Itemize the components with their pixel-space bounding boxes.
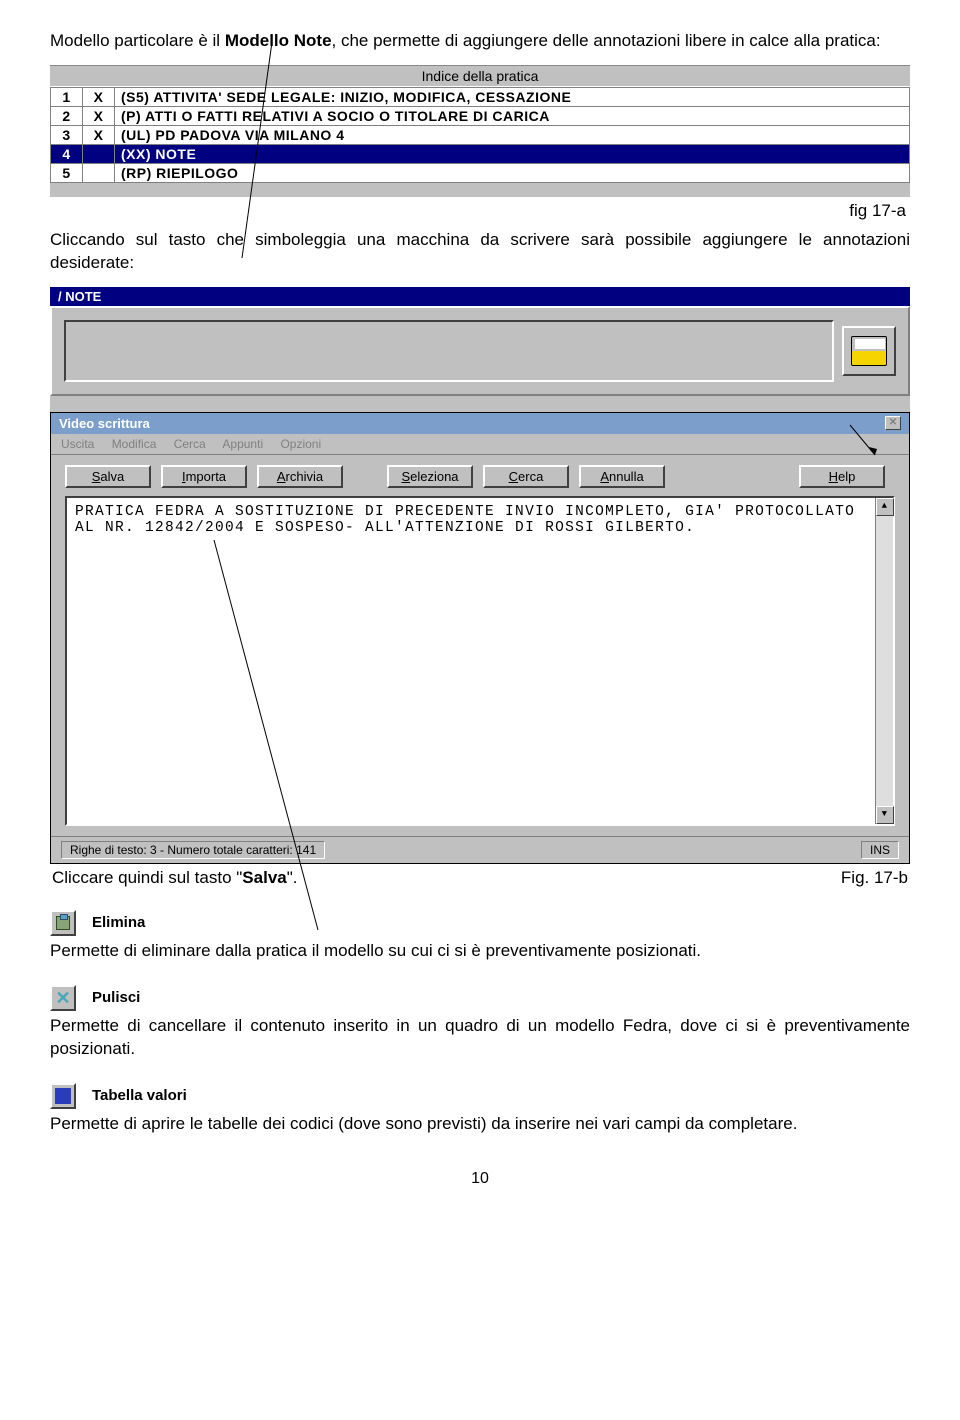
help-button[interactable]: Help (799, 465, 885, 488)
tabella-valori-label: Tabella valori (92, 1087, 187, 1104)
after-fig-left: Cliccare quindi sul tasto "Salva". (52, 868, 298, 888)
vs-menubar[interactable]: Uscita Modifica Cerca Appunti Opzioni (51, 434, 909, 455)
scroll-up-icon[interactable]: ▲ (876, 498, 894, 516)
paragraph-2: Cliccando sul tasto che simboleggia una … (50, 229, 910, 275)
page-number: 10 (50, 1170, 910, 1188)
note-panel: / NOTE (50, 287, 910, 396)
indice-header: Indice della pratica (50, 65, 910, 87)
table-row[interactable]: 5(RP) RIEPILOGO (51, 163, 910, 182)
vs-statusbar: Righe di testo: 3 - Numero totale caratt… (51, 836, 909, 863)
pulisci-icon[interactable] (50, 985, 76, 1011)
scrollbar[interactable]: ▲ ▼ (875, 498, 893, 824)
annulla-button[interactable]: Annulla (579, 465, 665, 488)
importa-button[interactable]: Importa (161, 465, 247, 488)
seleziona-button[interactable]: Seleziona (387, 465, 473, 488)
status-right: INS (861, 841, 899, 859)
menu-opzioni[interactable]: Opzioni (280, 437, 321, 451)
table-row[interactable]: 3X(UL) PD PADOVA VIA MILANO 4 (51, 125, 910, 144)
status-left: Righe di testo: 3 - Numero totale caratt… (61, 841, 325, 859)
pulisci-label: Pulisci (92, 989, 140, 1006)
menu-cerca[interactable]: Cerca (174, 437, 206, 451)
video-scrittura-window: Video scrittura ✕ Uscita Modifica Cerca … (50, 412, 910, 864)
tabella-valori-icon[interactable] (50, 1083, 76, 1109)
figure-label-17b: Fig. 17-b (841, 868, 908, 888)
table-row[interactable]: 1X(S5) ATTIVITA' SEDE LEGALE: INIZIO, MO… (51, 87, 910, 106)
note-title: / NOTE (50, 287, 910, 306)
menu-appunti[interactable]: Appunti (222, 437, 263, 451)
elimina-icon[interactable] (50, 910, 76, 936)
elimina-body: Permette di eliminare dalla pratica il m… (50, 940, 910, 963)
pulisci-body: Permette di cancellare il contenuto inse… (50, 1015, 910, 1061)
intro-paragraph: Modello particolare è il Modello Note, c… (50, 30, 910, 53)
tabella-valori-body: Permette di aprire le tabelle dei codici… (50, 1113, 910, 1136)
vs-textarea[interactable]: PRATICA FEDRA A SOSTITUZIONE DI PRECEDEN… (65, 496, 895, 826)
table-row[interactable]: 4(XX) NOTE (51, 144, 910, 163)
elimina-label: Elimina (92, 914, 145, 931)
scroll-down-icon[interactable]: ▼ (876, 806, 894, 824)
indice-panel: Indice della pratica 1X(S5) ATTIVITA' SE… (50, 65, 910, 197)
table-row[interactable]: 2X(P) ATTI O FATTI RELATIVI A SOCIO O TI… (51, 106, 910, 125)
vs-toolbar: Salva Importa Archivia Seleziona Cerca A… (51, 455, 909, 496)
archivia-button[interactable]: Archivia (257, 465, 343, 488)
vs-title-text: Video scrittura (59, 416, 150, 431)
note-textarea[interactable] (64, 320, 834, 382)
salva-button[interactable]: Salva (65, 465, 151, 488)
typewriter-button[interactable] (842, 326, 896, 376)
close-icon[interactable]: ✕ (885, 416, 901, 430)
menu-modifica[interactable]: Modifica (112, 437, 157, 451)
cerca-button[interactable]: Cerca (483, 465, 569, 488)
menu-uscita[interactable]: Uscita (61, 437, 94, 451)
typewriter-icon (851, 336, 887, 366)
figure-label-17a: fig 17-a (54, 201, 906, 221)
